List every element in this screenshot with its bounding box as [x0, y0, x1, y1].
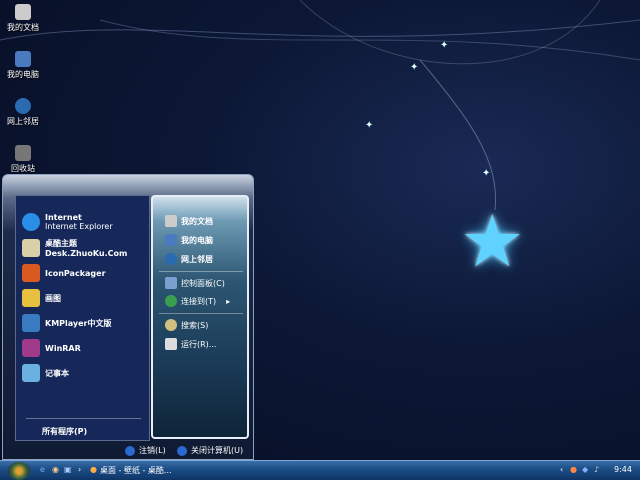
browser-icon: ●	[90, 465, 97, 474]
computer-icon	[165, 234, 177, 246]
power-icon	[177, 445, 187, 456]
menu-item-my-computer[interactable]: 我的电脑	[165, 234, 213, 246]
documents-icon	[165, 215, 177, 227]
documents-icon	[15, 4, 31, 20]
menu-item-iconpackager[interactable]: IconPackager	[22, 262, 106, 284]
menu-item-internet-explorer[interactable]: Internet Internet Explorer	[22, 211, 113, 233]
menu-item-control-panel[interactable]: 控制面板(C)	[165, 277, 225, 289]
pinned-programs-pane: Internet Internet Explorer 桌酷主题Desk.ZhuoK…	[15, 195, 150, 441]
menu-item-network[interactable]: 网上邻居	[165, 253, 213, 265]
tray-qq-icon[interactable]: ●	[570, 465, 577, 474]
taskbar: e ◉ ▣ › ● 桌面 - 壁纸 - 桌酷... ‹ ● ◆ ♪ 9:44	[0, 460, 640, 480]
divider	[26, 418, 141, 419]
sparkle-icon: ✦	[482, 168, 491, 179]
menu-item-notepad[interactable]: 记事本	[22, 362, 69, 384]
network-icon	[165, 253, 177, 265]
quicklaunch-expand-icon[interactable]: ›	[78, 465, 81, 474]
desktop-icon-recycle-bin[interactable]: 回收站	[0, 145, 46, 174]
divider	[159, 313, 243, 314]
computer-icon	[15, 51, 31, 67]
desktop-icon-my-documents[interactable]: 我的文档	[0, 4, 46, 33]
submenu-arrow-icon: ▸	[226, 296, 231, 306]
iconpackager-icon	[22, 264, 40, 282]
search-icon	[165, 319, 177, 331]
clock[interactable]: 9:44	[614, 465, 632, 474]
firefox-quicklaunch-icon[interactable]: ◉	[52, 465, 59, 474]
connect-icon	[165, 295, 177, 307]
start-button[interactable]	[8, 462, 30, 480]
sparkle-icon: ✦	[440, 40, 449, 51]
network-icon	[15, 98, 31, 114]
divider	[159, 271, 243, 272]
tray-app-icon[interactable]: ◆	[582, 465, 588, 474]
recycle-bin-icon	[15, 145, 31, 161]
menu-item-my-documents[interactable]: 我的文档	[165, 215, 213, 227]
kmplayer-icon	[22, 314, 40, 332]
run-icon	[165, 338, 177, 350]
places-pane: 我的文档 我的电脑 网上邻居 控制面板(C) 连接到(T) ▸ 搜索(S) 运行(…	[151, 195, 249, 439]
sparkle-icon: ✦	[365, 120, 374, 131]
logoff-icon	[125, 445, 135, 456]
shutdown-button[interactable]: 关闭计算机(U)	[177, 445, 243, 456]
ie-quicklaunch-icon[interactable]: e	[40, 465, 45, 474]
desktop-icon-network[interactable]: 网上邻居	[0, 98, 46, 127]
menu-item-zhuoku[interactable]: 桌酷主题Desk.ZhuoKu.Com	[22, 237, 149, 259]
tray-volume-icon[interactable]: ♪	[594, 465, 599, 474]
desktop-icon-my-computer[interactable]: 我的电脑	[0, 51, 46, 80]
tray-expand-icon[interactable]: ‹	[560, 465, 563, 474]
menu-item-kmplayer[interactable]: KMPlayer中文版	[22, 312, 112, 334]
winrar-icon	[22, 339, 40, 357]
notepad-icon	[22, 364, 40, 382]
menu-item-paint[interactable]: 画图	[22, 287, 61, 309]
menu-item-run[interactable]: 运行(R)...	[165, 338, 216, 350]
paint-icon	[22, 289, 40, 307]
sparkle-icon: ✦	[410, 62, 419, 73]
zhuoku-icon	[22, 239, 40, 257]
logoff-button[interactable]: 注销(L)	[125, 445, 166, 456]
menu-item-winrar[interactable]: WinRAR	[22, 337, 81, 359]
desktop-quicklaunch-icon[interactable]: ▣	[64, 465, 72, 474]
menu-item-search[interactable]: 搜索(S)	[165, 319, 208, 331]
taskbar-button[interactable]: ● 桌面 - 壁纸 - 桌酷...	[90, 465, 172, 476]
start-menu: Internet Internet Explorer 桌酷主题Desk.ZhuoK…	[2, 174, 254, 460]
menu-item-connect-to[interactable]: 连接到(T) ▸	[165, 295, 230, 307]
control-panel-icon	[165, 277, 177, 289]
all-programs-button[interactable]: 所有程序(P)	[42, 420, 87, 442]
internet-explorer-icon	[22, 213, 40, 231]
star-decoration-icon: ★	[460, 199, 525, 283]
